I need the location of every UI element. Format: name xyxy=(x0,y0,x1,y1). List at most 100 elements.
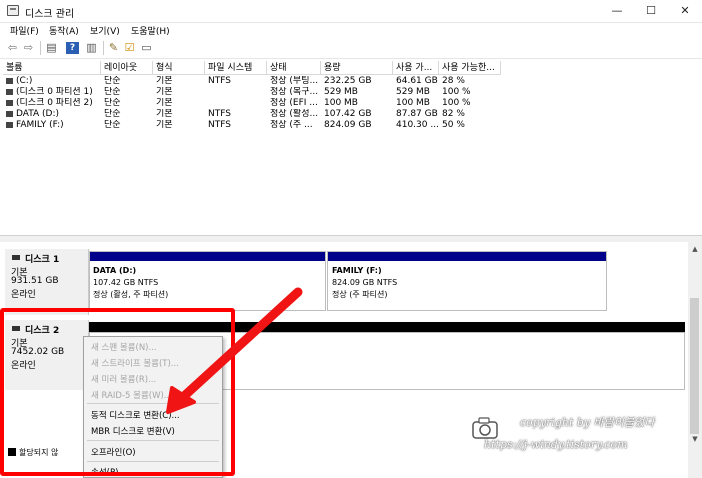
menu-action[interactable]: 동작(A) xyxy=(49,24,79,37)
table-cell-status[interactable]: 정상 (복구... xyxy=(267,87,321,98)
table-cell-percent-free[interactable]: 50 % xyxy=(439,120,501,131)
list-icon[interactable]: ▤ xyxy=(45,42,58,54)
table-cell-free[interactable]: 410.30 ... xyxy=(393,120,439,131)
column-header-free[interactable]: 사용 가... xyxy=(393,61,439,75)
volume-icon xyxy=(6,99,13,106)
table-cell-type[interactable]: 기본 xyxy=(153,87,205,98)
table-cell-volume[interactable]: FAMILY (F:) xyxy=(3,120,101,131)
table-cell-capacity[interactable]: 107.42 GB xyxy=(321,109,393,120)
column-header-layout[interactable]: 레이아웃 xyxy=(101,61,153,75)
table-cell-status[interactable]: 정상 (활성... xyxy=(267,109,321,120)
partition-color-bar xyxy=(328,252,606,261)
table-cell-type[interactable]: 기본 xyxy=(153,109,205,120)
disk-icon xyxy=(12,255,20,260)
table-cell-volume[interactable]: (디스크 0 파티션 2) xyxy=(3,98,101,109)
partition-title: DATA (D:) xyxy=(93,266,137,275)
table-cell-type[interactable]: 기본 xyxy=(153,76,205,87)
red-highlight-box xyxy=(0,308,235,476)
table-cell-layout[interactable]: 단순 xyxy=(101,87,153,98)
partition-family-f[interactable]: FAMILY (F:) 824.09 GB NTFS 정상 (주 파티션) xyxy=(327,251,607,311)
column-header-type[interactable]: 형식 xyxy=(153,61,205,75)
check-icon[interactable]: ☑ xyxy=(123,42,136,54)
properties-icon[interactable]: ✎ xyxy=(107,42,120,54)
table-cell-status[interactable]: 정상 (주 ... xyxy=(267,120,321,131)
scroll-down-icon[interactable]: ▼ xyxy=(690,435,700,443)
column-header-filesystem[interactable]: 파일 시스템 xyxy=(205,61,267,75)
table-cell-percent-free[interactable]: 28 % xyxy=(439,76,501,87)
volume-icon xyxy=(6,88,13,95)
table-cell-volume[interactable]: (C:) xyxy=(3,76,101,87)
volume-icon xyxy=(6,77,13,84)
table-cell-free[interactable]: 64.61 GB xyxy=(393,76,439,87)
table-cell-filesystem[interactable] xyxy=(205,98,267,109)
table-cell-filesystem[interactable]: NTFS xyxy=(205,109,267,120)
menu-help[interactable]: 도움말(H) xyxy=(131,24,170,37)
title-bar: 디스크 관리 — ☐ ✕ xyxy=(0,0,702,23)
table-cell-percent-free[interactable]: 82 % xyxy=(439,109,501,120)
disk-1-status: 온라인 xyxy=(11,290,36,300)
volume-name: (디스크 0 파티션 2) xyxy=(16,98,93,108)
close-button[interactable]: ✕ xyxy=(668,0,702,22)
table-cell-layout[interactable]: 단순 xyxy=(101,76,153,87)
partition-size: 824.09 GB NTFS xyxy=(332,278,398,287)
volume-name: FAMILY (F:) xyxy=(16,120,64,130)
table-cell-free[interactable]: 100 MB xyxy=(393,98,439,109)
back-icon[interactable]: ⇦ xyxy=(6,42,19,54)
table-cell-volume[interactable]: (디스크 0 파티션 1) xyxy=(3,87,101,98)
watermark-url: https://j-windy.tistory.com xyxy=(484,438,628,451)
volume-icon xyxy=(6,110,13,117)
table-cell-status[interactable]: 정상 (EFI ... xyxy=(267,98,321,109)
toolbar-divider xyxy=(40,41,41,55)
minimize-button[interactable]: — xyxy=(600,0,634,22)
menu-view[interactable]: 보기(V) xyxy=(90,24,120,37)
disk-management-app-icon xyxy=(7,5,19,16)
volume-name: (C:) xyxy=(16,76,33,86)
forward-icon[interactable]: ⇨ xyxy=(22,42,35,54)
table-cell-status[interactable]: 정상 (부팅... xyxy=(267,76,321,87)
toolbar-divider xyxy=(103,41,104,55)
table-cell-percent-free[interactable]: 100 % xyxy=(439,98,501,109)
panel-icon[interactable]: ▥ xyxy=(85,42,98,54)
table-cell-layout[interactable]: 단순 xyxy=(101,98,153,109)
table-cell-capacity[interactable]: 232.25 GB xyxy=(321,76,393,87)
maximize-button[interactable]: ☐ xyxy=(634,0,668,22)
scroll-up-icon[interactable]: ▲ xyxy=(690,245,700,253)
column-header-volume[interactable]: 볼륨 xyxy=(3,61,101,75)
table-cell-layout[interactable]: 단순 xyxy=(101,120,153,131)
column-header-percent-free[interactable]: 사용 가능한... xyxy=(439,61,501,75)
table-cell-free[interactable]: 87.87 GB xyxy=(393,109,439,120)
watermark-copyright: copyright by 바람이불었다 xyxy=(520,416,655,429)
partition-size: 107.42 GB NTFS xyxy=(93,278,159,287)
table-cell-capacity[interactable]: 824.09 GB xyxy=(321,120,393,131)
table-cell-capacity[interactable]: 100 MB xyxy=(321,98,393,109)
table-cell-filesystem[interactable] xyxy=(205,87,267,98)
volume-icon xyxy=(6,121,13,128)
table-cell-capacity[interactable]: 529 MB xyxy=(321,87,393,98)
partition-data-d[interactable]: DATA (D:) 107.42 GB NTFS 정상 (활성, 주 파티션) xyxy=(89,251,326,311)
partition-title: FAMILY (F:) xyxy=(332,266,382,275)
disk-1-name: 디스크 1 xyxy=(25,255,60,265)
disk-1-size: 931.51 GB xyxy=(11,276,59,286)
table-cell-layout[interactable]: 단순 xyxy=(101,109,153,120)
partition-status: 정상 (활성, 주 파티션) xyxy=(93,290,169,299)
table-cell-filesystem[interactable]: NTFS xyxy=(205,120,267,131)
partition-color-bar xyxy=(90,252,325,261)
scrollbar-thumb[interactable] xyxy=(690,298,699,434)
column-header-status[interactable]: 상태 xyxy=(267,61,321,75)
help-icon[interactable]: ? xyxy=(66,42,79,54)
volume-name: DATA (D:) xyxy=(16,109,60,119)
table-cell-volume[interactable]: DATA (D:) xyxy=(3,109,101,120)
window-icon[interactable]: ▭ xyxy=(140,42,153,54)
table-cell-type[interactable]: 기본 xyxy=(153,120,205,131)
table-cell-filesystem[interactable]: NTFS xyxy=(205,76,267,87)
partition-status: 정상 (주 파티션) xyxy=(332,290,388,299)
toolbar: ⇦ ⇨ ▤ ? ▥ ✎ ☑ ▭ xyxy=(0,38,702,59)
table-cell-free[interactable]: 529 MB xyxy=(393,87,439,98)
table-cell-type[interactable]: 기본 xyxy=(153,98,205,109)
menu-file[interactable]: 파일(F) xyxy=(10,24,39,37)
volume-name: (디스크 0 파티션 1) xyxy=(16,87,93,97)
table-cell-percent-free[interactable]: 100 % xyxy=(439,87,501,98)
menu-bar: 파일(F) 동작(A) 보기(V) 도움말(H) xyxy=(0,23,702,38)
column-header-capacity[interactable]: 용량 xyxy=(321,61,393,75)
disk-1-label[interactable]: 디스크 1 기본 931.51 GB 온라인 xyxy=(5,249,89,315)
